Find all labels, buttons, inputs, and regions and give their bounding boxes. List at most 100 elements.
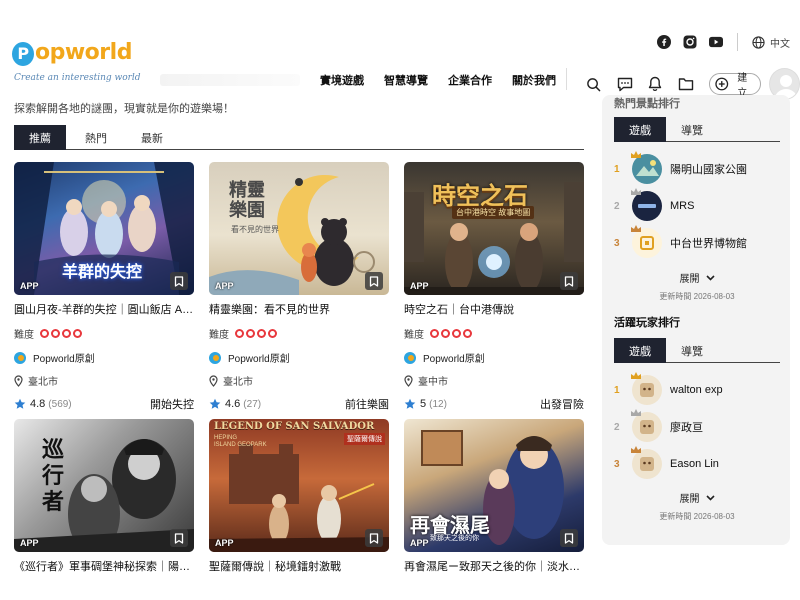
spot-rank-row[interactable]: 2 MRS	[614, 188, 780, 223]
game-card[interactable]: 再會濕尾 致那天之後的你 APP 再會濕尾ー致那天之後的你｜淡水老…	[404, 419, 584, 574]
difficulty-rating: 難度	[404, 326, 584, 341]
chat-icon[interactable]	[617, 76, 633, 92]
tab-latest[interactable]: 最新	[126, 125, 178, 150]
page-tagline: 探索解開各地的謎團，現實就是你的遊樂場！	[14, 103, 234, 115]
tab-spots-guides[interactable]: 導覽	[666, 117, 718, 142]
rating: 4.8 (569)	[14, 398, 72, 410]
tab-players-games[interactable]: 遊戲	[614, 338, 666, 363]
game-card[interactable]: 時空之石 台中港時空 故事地圖 APP 時空之石｜台中港傳說 難度 Popwor…	[404, 162, 584, 412]
header-divider	[737, 33, 738, 51]
bookmark-icon	[174, 532, 184, 544]
game-title[interactable]: 再會濕尾ー致那天之後的你｜淡水老…	[404, 558, 584, 574]
difficulty-dot-icon	[257, 329, 266, 338]
game-thumbnail[interactable]: 時空之石 台中港時空 故事地圖 APP	[404, 162, 584, 295]
game-thumbnail[interactable]: 羊群的失控 APP	[14, 162, 194, 295]
difficulty-label: 難度	[209, 330, 229, 341]
social-links: 中文	[645, 33, 790, 51]
location-name: 臺中市	[418, 377, 448, 388]
rating-score: 4.8	[30, 398, 46, 410]
spots-updated-time: 更新時間 2026-08-03	[659, 292, 735, 301]
bookmark-button[interactable]	[560, 529, 578, 547]
players-expand-button[interactable]: 展開	[614, 490, 780, 505]
game-thumbnail[interactable]: 精靈 樂園 看不見的世界 APP	[209, 162, 389, 295]
nav-item-ar-games[interactable]: 實境遊戲	[320, 72, 364, 88]
game-title[interactable]: 圓山月夜-羊群的失控｜圓山飯店 AR…	[14, 301, 194, 317]
star-icon	[209, 398, 221, 409]
creator-row: Popworld原創	[209, 350, 389, 365]
language-switcher[interactable]: 中文	[752, 35, 790, 50]
rating: 5 (12)	[404, 398, 447, 410]
crown-icon	[631, 409, 641, 416]
feed-tabs: 推薦 熱門 最新	[14, 125, 584, 150]
bookmark-button[interactable]	[170, 529, 188, 547]
search-icon[interactable]	[586, 76, 602, 92]
player-avatar	[631, 446, 662, 479]
game-title[interactable]: 精靈樂園：看不見的世界	[209, 301, 389, 317]
player-name: Eason Lin	[670, 458, 719, 470]
popular-spots-title: 熱門景點排行	[614, 98, 680, 110]
location-row: 臺北市	[209, 373, 389, 388]
rank-number: 1	[614, 384, 620, 396]
create-button[interactable]: 建立	[709, 73, 761, 99]
game-thumbnail[interactable]: 巡行者 APP	[14, 419, 194, 552]
player-avatar	[631, 409, 662, 442]
bell-icon[interactable]	[648, 76, 664, 92]
bookmark-button[interactable]	[365, 272, 383, 290]
location-pin-icon	[209, 374, 218, 387]
game-title[interactable]: 聖薩爾傳說｜秘境鐳射激戰	[209, 558, 389, 574]
app-badge: APP	[410, 538, 429, 548]
spots-expand-button[interactable]: 展開	[614, 270, 780, 285]
spot-avatar	[631, 188, 662, 221]
creator-row: Popworld原創	[14, 350, 194, 365]
tab-popular[interactable]: 熱門	[70, 125, 122, 150]
spot-name: 陽明山國家公園	[670, 164, 747, 176]
start-game-link[interactable]: 開始失控	[150, 396, 194, 412]
game-card[interactable]: 巡行者 APP 《巡行者》軍事碉堡神秘探索｜陽明…	[14, 419, 194, 574]
star-icon	[14, 398, 26, 409]
player-name: 廖政亘	[670, 422, 703, 434]
difficulty-dot-icon	[73, 329, 82, 338]
tab-players-guides[interactable]: 導覽	[666, 338, 718, 363]
rank-number: 2	[614, 421, 620, 433]
bookmark-button[interactable]	[170, 272, 188, 290]
player-rank-row[interactable]: 1 walton exp	[614, 372, 780, 407]
bookmark-button[interactable]	[560, 272, 578, 290]
rating-count: (12)	[429, 398, 447, 410]
popworld-logo[interactable]: Popworld Create an interesting world	[12, 40, 152, 90]
game-title[interactable]: 《巡行者》軍事碉堡神秘探索｜陽明…	[14, 558, 194, 574]
location-name: 臺北市	[223, 377, 253, 388]
difficulty-dot-icon	[51, 329, 60, 338]
rank-number: 2	[614, 200, 620, 212]
start-game-link[interactable]: 前往樂園	[345, 396, 389, 412]
nav-item-about[interactable]: 關於我們	[512, 72, 556, 88]
players-updated-time: 更新時間 2026-08-03	[659, 512, 735, 521]
game-thumbnail[interactable]: 再會濕尾 致那天之後的你 APP	[404, 419, 584, 552]
game-card[interactable]: 羊群的失控 APP 圓山月夜-羊群的失控｜圓山飯店 AR… 難度 Popworl…	[14, 162, 194, 412]
nav-item-business[interactable]: 企業合作	[448, 72, 492, 88]
tab-spots-games[interactable]: 遊戲	[614, 117, 666, 142]
spot-rank-row[interactable]: 3 中台世界博物館	[614, 225, 780, 260]
rating: 4.6 (27)	[209, 398, 261, 410]
game-title[interactable]: 時空之石｜台中港傳說	[404, 301, 584, 317]
difficulty-dot-icon	[62, 329, 71, 338]
thumbnail-title: LEGEND OF SAN SALVADOR	[214, 421, 375, 432]
youtube-icon[interactable]	[709, 35, 723, 49]
spot-rank-row[interactable]: 1 陽明山國家公園	[614, 151, 780, 186]
difficulty-rating: 難度	[14, 326, 194, 341]
location-pin-icon	[14, 374, 23, 387]
rating-count: (569)	[48, 398, 72, 410]
instagram-icon[interactable]	[683, 35, 697, 49]
game-card[interactable]: 精靈 樂園 看不見的世界 APP 精靈樂園：看不見的世界 難度 Popworld…	[209, 162, 389, 412]
player-rank-row[interactable]: 3 Eason Lin	[614, 446, 780, 481]
facebook-icon[interactable]	[657, 35, 671, 49]
player-rank-row[interactable]: 2 廖政亘	[614, 409, 780, 444]
nav-item-smart-guide[interactable]: 智慧導覽	[384, 72, 428, 88]
game-thumbnail[interactable]: LEGEND OF SAN SALVADOR HEPING ISLAND GEO…	[209, 419, 389, 552]
bookmark-button[interactable]	[365, 529, 383, 547]
game-card[interactable]: LEGEND OF SAN SALVADOR HEPING ISLAND GEO…	[209, 419, 389, 574]
language-label: 中文	[770, 38, 790, 50]
tab-recommended[interactable]: 推薦	[14, 125, 66, 150]
start-game-link[interactable]: 出發冒險	[540, 396, 584, 412]
rank-number: 1	[614, 163, 620, 175]
folder-icon[interactable]	[678, 76, 694, 92]
